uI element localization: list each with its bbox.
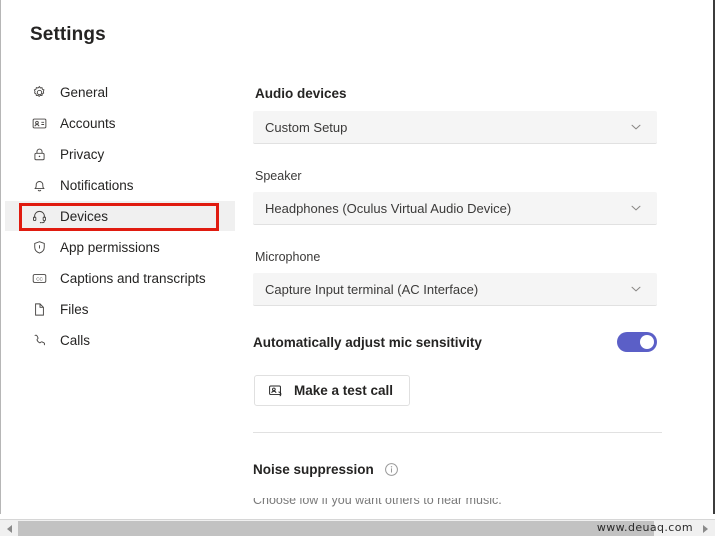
sidebar-item-label: Captions and transcripts	[60, 270, 206, 286]
sidebar-item-label: Notifications	[60, 177, 134, 193]
sidebar-item-label: General	[60, 84, 109, 100]
speaker-value: Headphones (Oculus Virtual Audio Device)	[265, 200, 512, 216]
watermark: www.deuaq.com	[596, 521, 693, 534]
sidebar-item-label: Files	[60, 301, 89, 317]
settings-window: Settings General Accounts Privacy Notifi…	[0, 0, 715, 538]
make-test-call-button[interactable]: Make a test call	[254, 375, 411, 406]
bell-icon	[31, 177, 48, 194]
noise-suppression-description-text: Choose low if you want others to hear mu…	[253, 498, 502, 507]
triangle-left-icon	[6, 524, 12, 533]
chevron-down-icon	[629, 201, 643, 215]
scrollbar-thumb[interactable]	[18, 521, 654, 536]
sidebar-item-privacy[interactable]: Privacy	[5, 139, 235, 169]
sidebar-item-label: Calls	[60, 332, 91, 348]
settings-dialog: Settings General Accounts Privacy Notifi…	[5, 0, 713, 514]
closed-caption-icon: CC	[31, 270, 48, 287]
sidebar-item-app-permissions[interactable]: App permissions	[5, 232, 235, 262]
sidebar-item-files[interactable]: Files	[5, 294, 235, 324]
triangle-right-icon	[702, 524, 708, 533]
sidebar-item-label: Privacy	[60, 146, 105, 162]
sidebar-item-devices[interactable]: Devices	[5, 201, 235, 231]
sidebar-item-general[interactable]: General	[5, 77, 235, 107]
file-icon	[31, 301, 48, 318]
horizontal-scroll-area: www.deuaq.com	[0, 514, 715, 538]
sidebar-item-accounts[interactable]: Accounts	[5, 108, 235, 138]
sidebar-item-calls[interactable]: Calls	[5, 325, 235, 355]
noise-suppression-label: Noise suppression	[253, 462, 374, 477]
chevron-down-icon	[629, 120, 643, 134]
sidebar-item-notifications[interactable]: Notifications	[5, 170, 235, 200]
auto-mic-sensitivity-row: Automatically adjust mic sensitivity	[253, 330, 657, 354]
microphone-label: Microphone	[255, 250, 321, 264]
sidebar-item-captions-and-transcripts[interactable]: CC Captions and transcripts	[5, 263, 235, 293]
shield-icon	[31, 239, 48, 256]
headset-icon	[31, 208, 48, 225]
person-call-icon	[268, 383, 284, 399]
chevron-down-icon	[629, 282, 643, 296]
id-card-icon	[31, 115, 48, 132]
sidebar-item-label: App permissions	[60, 239, 160, 255]
make-test-call-label: Make a test call	[294, 383, 394, 398]
gear-icon	[31, 84, 48, 101]
speaker-select[interactable]: Headphones (Oculus Virtual Audio Device)	[253, 192, 657, 225]
noise-suppression-row: Noise suppression	[253, 462, 399, 477]
auto-mic-sensitivity-toggle[interactable]	[617, 332, 657, 352]
audio-devices-heading: Audio devices	[255, 86, 347, 101]
phone-icon	[31, 332, 48, 349]
section-divider	[253, 432, 662, 433]
sidebar-item-label: Accounts	[60, 115, 116, 131]
noise-suppression-description: Choose low if you want others to hear mu…	[253, 498, 653, 507]
info-icon[interactable]	[384, 462, 399, 477]
settings-sidebar: General Accounts Privacy Notifications D…	[5, 76, 235, 356]
microphone-value: Capture Input terminal (AC Interface)	[265, 281, 479, 297]
lock-icon	[31, 146, 48, 163]
toggle-knob	[640, 335, 654, 349]
audio-devices-select[interactable]: Custom Setup	[253, 111, 657, 144]
auto-mic-sensitivity-label: Automatically adjust mic sensitivity	[253, 334, 482, 350]
svg-text:CC: CC	[36, 276, 43, 281]
sidebar-item-label: Devices	[60, 208, 109, 224]
scroll-left-button[interactable]	[1, 521, 17, 536]
microphone-select[interactable]: Capture Input terminal (AC Interface)	[253, 273, 657, 306]
page-title: Settings	[30, 24, 106, 45]
scroll-right-button[interactable]	[697, 521, 713, 536]
speaker-label: Speaker	[255, 169, 302, 183]
audio-devices-value: Custom Setup	[265, 119, 348, 135]
